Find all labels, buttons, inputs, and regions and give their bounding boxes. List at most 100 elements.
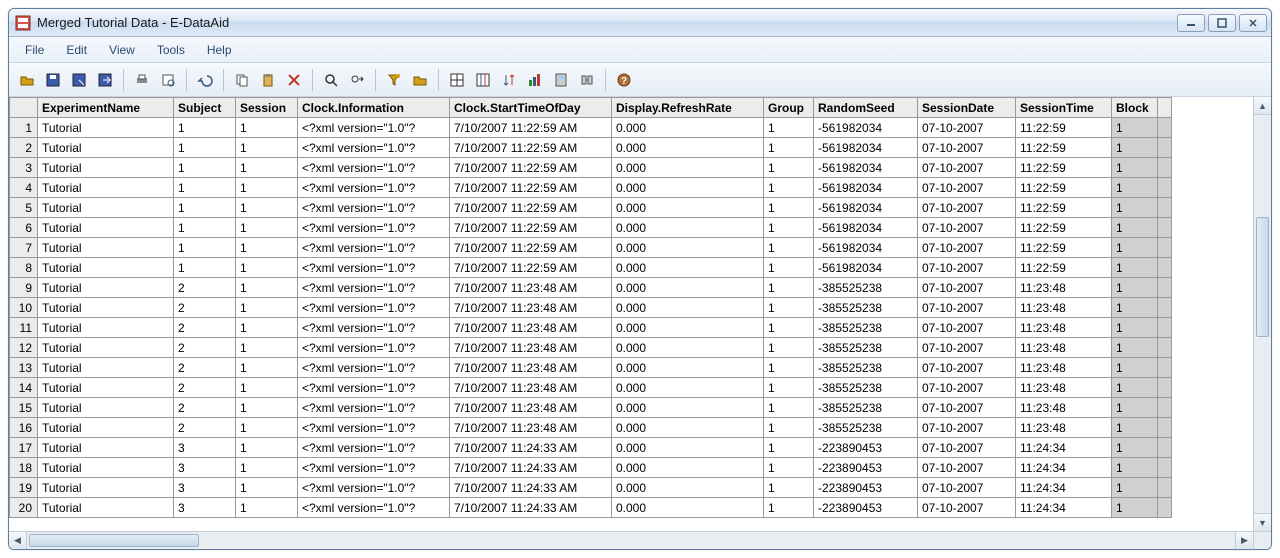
paste-icon[interactable]: [256, 68, 280, 92]
cell[interactable]: 7/10/2007 11:24:33 AM: [450, 498, 612, 518]
cell[interactable]: 1: [764, 158, 814, 178]
cell[interactable]: <?xml version="1.0"?: [298, 458, 450, 478]
cell[interactable]: 1: [1112, 498, 1158, 518]
cell[interactable]: 0.000: [612, 418, 764, 438]
row-number[interactable]: 14: [10, 378, 38, 398]
cell[interactable]: Tutorial: [38, 478, 174, 498]
cell[interactable]: 1: [236, 238, 298, 258]
cell[interactable]: 07-10-2007: [918, 198, 1016, 218]
cell[interactable]: -385525238: [814, 378, 918, 398]
horizontal-scrollbar[interactable]: ◀ ▶: [9, 531, 1253, 549]
cell[interactable]: 1: [1112, 478, 1158, 498]
scroll-left-button[interactable]: ◀: [9, 532, 27, 549]
cell[interactable]: 11:24:34: [1016, 478, 1112, 498]
cell[interactable]: 11:24:34: [1016, 458, 1112, 478]
cell[interactable]: 1: [764, 198, 814, 218]
cell[interactable]: 1: [174, 258, 236, 278]
menu-tools[interactable]: Tools: [147, 40, 195, 60]
cell[interactable]: 1: [236, 458, 298, 478]
print-preview-icon[interactable]: [156, 68, 180, 92]
cell[interactable]: 11:24:34: [1016, 498, 1112, 518]
cell[interactable]: -561982034: [814, 158, 918, 178]
cell[interactable]: 07-10-2007: [918, 158, 1016, 178]
row-number[interactable]: 3: [10, 158, 38, 178]
cell[interactable]: Tutorial: [38, 238, 174, 258]
row-number[interactable]: 17: [10, 438, 38, 458]
column-header[interactable]: Group: [764, 98, 814, 118]
cell[interactable]: 1: [764, 218, 814, 238]
cell[interactable]: 7/10/2007 11:23:48 AM: [450, 398, 612, 418]
cell[interactable]: 7/10/2007 11:22:59 AM: [450, 138, 612, 158]
cell[interactable]: 07-10-2007: [918, 298, 1016, 318]
row-number[interactable]: 19: [10, 478, 38, 498]
horizontal-scroll-thumb[interactable]: [29, 534, 199, 547]
cell[interactable]: Tutorial: [38, 318, 174, 338]
cell[interactable]: 07-10-2007: [918, 178, 1016, 198]
cell[interactable]: 11:22:59: [1016, 238, 1112, 258]
cell[interactable]: 1: [764, 138, 814, 158]
cell[interactable]: 7/10/2007 11:22:59 AM: [450, 158, 612, 178]
undo-icon[interactable]: [193, 68, 217, 92]
cell[interactable]: Tutorial: [38, 458, 174, 478]
cell[interactable]: 3: [174, 498, 236, 518]
scroll-up-button[interactable]: ▲: [1254, 97, 1271, 115]
cell[interactable]: 2: [174, 298, 236, 318]
vertical-scroll-thumb[interactable]: [1256, 217, 1269, 337]
cell[interactable]: Tutorial: [38, 218, 174, 238]
title-bar[interactable]: Merged Tutorial Data - E-DataAid: [9, 9, 1271, 37]
cell[interactable]: 1: [236, 298, 298, 318]
find-icon[interactable]: [319, 68, 343, 92]
cell[interactable]: 1: [174, 118, 236, 138]
cell[interactable]: 1: [1112, 158, 1158, 178]
cell[interactable]: Tutorial: [38, 498, 174, 518]
scroll-right-button[interactable]: ▶: [1235, 532, 1253, 549]
cell[interactable]: 1: [764, 298, 814, 318]
column-header[interactable]: Clock.StartTimeOfDay: [450, 98, 612, 118]
folder-icon[interactable]: [408, 68, 432, 92]
cell[interactable]: 1: [174, 158, 236, 178]
cell[interactable]: -385525238: [814, 278, 918, 298]
merge-icon[interactable]: [575, 68, 599, 92]
cell[interactable]: 7/10/2007 11:24:33 AM: [450, 438, 612, 458]
cell[interactable]: <?xml version="1.0"?: [298, 138, 450, 158]
row-number[interactable]: 6: [10, 218, 38, 238]
column-header[interactable]: SessionDate: [918, 98, 1016, 118]
cell[interactable]: -385525238: [814, 418, 918, 438]
table-row[interactable]: 10Tutorial21<?xml version="1.0"?7/10/200…: [10, 298, 1172, 318]
cell[interactable]: 1: [236, 398, 298, 418]
cell[interactable]: 11:22:59: [1016, 198, 1112, 218]
cell[interactable]: 11:23:48: [1016, 338, 1112, 358]
maximize-button[interactable]: [1208, 14, 1236, 32]
cell[interactable]: 1: [236, 218, 298, 238]
cell[interactable]: -561982034: [814, 198, 918, 218]
columns-icon[interactable]: [471, 68, 495, 92]
cell[interactable]: 1: [236, 378, 298, 398]
cell[interactable]: 1: [1112, 278, 1158, 298]
column-header[interactable]: Subject: [174, 98, 236, 118]
cell[interactable]: -385525238: [814, 398, 918, 418]
cell[interactable]: 07-10-2007: [918, 318, 1016, 338]
table-row[interactable]: 8Tutorial11<?xml version="1.0"?7/10/2007…: [10, 258, 1172, 278]
cell[interactable]: 2: [174, 398, 236, 418]
find-next-icon[interactable]: [345, 68, 369, 92]
table-row[interactable]: 6Tutorial11<?xml version="1.0"?7/10/2007…: [10, 218, 1172, 238]
cell[interactable]: 1: [236, 118, 298, 138]
cell[interactable]: Tutorial: [38, 338, 174, 358]
cell[interactable]: 11:23:48: [1016, 418, 1112, 438]
table-row[interactable]: 5Tutorial11<?xml version="1.0"?7/10/2007…: [10, 198, 1172, 218]
cell[interactable]: <?xml version="1.0"?: [298, 498, 450, 518]
cell[interactable]: -385525238: [814, 338, 918, 358]
cell[interactable]: <?xml version="1.0"?: [298, 378, 450, 398]
cell[interactable]: 3: [174, 478, 236, 498]
cell[interactable]: 1: [764, 338, 814, 358]
cell[interactable]: 1: [174, 138, 236, 158]
cell[interactable]: 0.000: [612, 258, 764, 278]
cell[interactable]: 1: [1112, 438, 1158, 458]
cell[interactable]: Tutorial: [38, 178, 174, 198]
cell[interactable]: 11:23:48: [1016, 298, 1112, 318]
cell[interactable]: <?xml version="1.0"?: [298, 218, 450, 238]
cell[interactable]: 1: [236, 178, 298, 198]
cell[interactable]: 0.000: [612, 198, 764, 218]
cell[interactable]: 11:24:34: [1016, 438, 1112, 458]
cell[interactable]: <?xml version="1.0"?: [298, 358, 450, 378]
